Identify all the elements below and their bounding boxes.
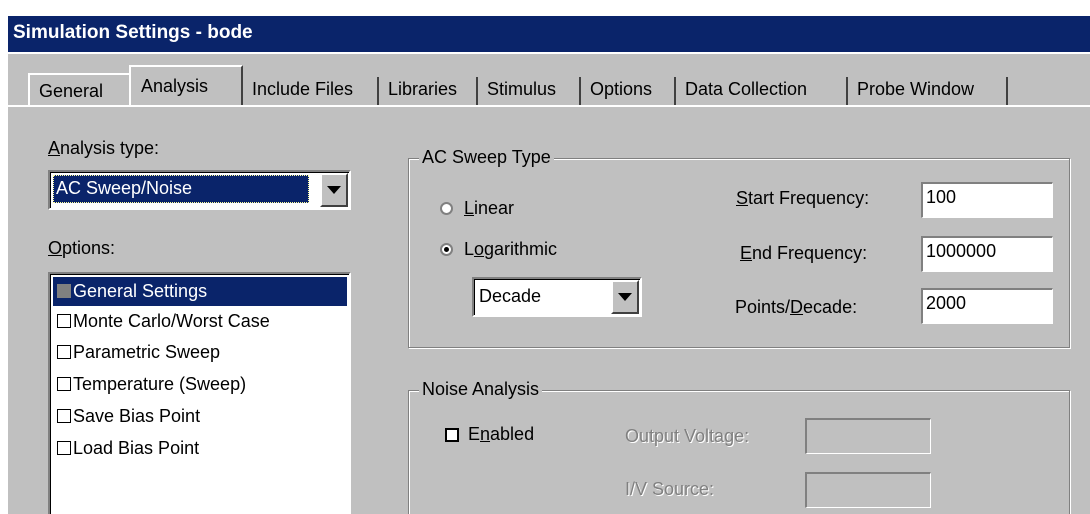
list-item[interactable]: Parametric Sweep [53, 338, 220, 367]
iv-source-label: I/V Source: [625, 479, 715, 499]
tab-label: Data Collection [685, 79, 808, 99]
end-frequency-label: End Frequency: [740, 243, 868, 263]
tab-strip-line [8, 105, 1090, 107]
list-item[interactable]: Temperature (Sweep) [53, 370, 246, 399]
points-decade-input[interactable]: 2000 [921, 288, 1053, 324]
checkbox-icon[interactable] [57, 377, 71, 391]
checkbox-icon[interactable] [57, 409, 71, 423]
linear-radio[interactable] [440, 202, 453, 215]
list-item[interactable]: Load Bias Point [53, 434, 199, 463]
noise-analysis-group-title: Noise Analysis [419, 379, 543, 400]
tab-probe-window[interactable]: Probe Window [848, 73, 1008, 107]
tab-label: General [39, 81, 104, 101]
checkbox-icon[interactable] [57, 345, 71, 359]
noise-analysis-group [408, 390, 1070, 514]
tab-label: Analysis [141, 76, 209, 96]
list-item[interactable]: Monte Carlo/Worst Case [53, 307, 270, 336]
tab-data-collection[interactable]: Data Collection [676, 73, 848, 107]
logarithmic-label[interactable]: Logarithmic [464, 239, 557, 260]
radio-selected-dot [444, 247, 449, 252]
title-bar[interactable]: Simulation Settings - bode [8, 16, 1090, 52]
analysis-type-dropdown[interactable]: AC Sweep/Noise [48, 170, 351, 210]
chevron-down-icon [618, 293, 632, 301]
window-title: Simulation Settings - bode [13, 22, 253, 43]
linear-label[interactable]: Linear [464, 198, 514, 219]
end-frequency-input[interactable]: 1000000 [921, 236, 1053, 272]
list-item[interactable]: General Settings [53, 277, 347, 306]
ac-sweep-group-title: AC Sweep Type [419, 147, 554, 168]
analysis-type-label: Analysis type: [48, 138, 160, 158]
dialog-window: Simulation Settings - bode General Analy… [8, 16, 1090, 514]
title-separator [8, 52, 1090, 54]
tab-general[interactable]: General [28, 73, 129, 107]
enabled-label[interactable]: Enabled [468, 424, 534, 445]
options-list[interactable]: General Settings Monte Carlo/Worst Case … [48, 272, 351, 514]
tab-label: Libraries [388, 79, 458, 99]
iv-source-input[interactable] [805, 472, 931, 508]
tab-include-files[interactable]: Include Files [243, 73, 379, 107]
tab-label: Probe Window [857, 79, 975, 99]
tab-analysis[interactable]: Analysis [129, 65, 243, 107]
dropdown-button[interactable] [611, 280, 639, 314]
points-decade-label: Points/Decade: [735, 297, 858, 317]
log-type-value: Decade [479, 286, 542, 306]
chevron-down-icon [327, 186, 341, 194]
checkbox-icon[interactable] [57, 441, 71, 455]
tab-label: Stimulus [487, 79, 557, 99]
list-item[interactable]: Save Bias Point [53, 402, 200, 431]
checkbox-icon[interactable] [57, 284, 71, 298]
output-voltage-label: Output Voltage: [625, 426, 750, 446]
tab-libraries[interactable]: Libraries [379, 73, 478, 107]
options-label: Options: [48, 238, 116, 258]
tab-label: Include Files [252, 79, 354, 99]
tab-stimulus[interactable]: Stimulus [478, 73, 581, 107]
dropdown-button[interactable] [320, 173, 348, 207]
tab-label: Options [590, 79, 653, 99]
checkbox-icon[interactable] [57, 314, 71, 328]
analysis-type-text: AC Sweep/Noise [56, 178, 193, 198]
start-frequency-label: Start Frequency: [736, 188, 870, 208]
enabled-checkbox[interactable] [445, 428, 459, 442]
logarithmic-radio[interactable] [440, 243, 453, 256]
log-type-dropdown[interactable]: Decade [472, 277, 642, 317]
tab-options[interactable]: Options [581, 73, 676, 107]
output-voltage-input[interactable] [805, 418, 931, 454]
start-frequency-input[interactable]: 100 [921, 182, 1053, 218]
